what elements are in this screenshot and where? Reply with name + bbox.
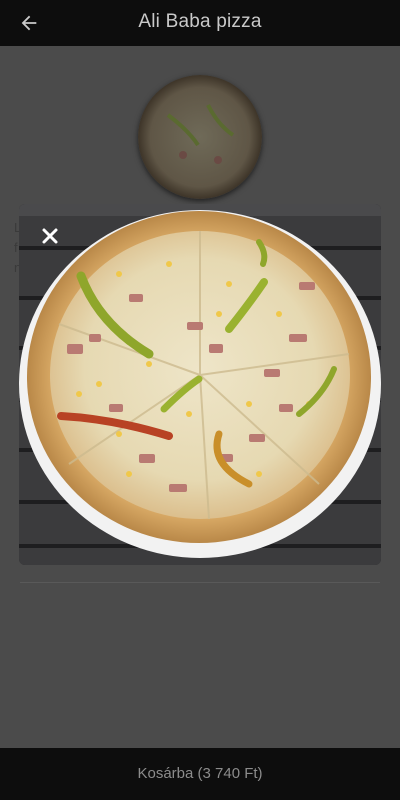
app-header: Ali Baba pizza xyxy=(0,0,400,46)
page-title: Ali Baba pizza xyxy=(138,11,262,32)
add-to-cart-button[interactable]: Kosárba (3 740 Ft) xyxy=(0,765,400,782)
close-icon[interactable] xyxy=(40,226,60,246)
footer-bar: Kosárba (3 740 Ft) xyxy=(0,748,400,800)
product-thumbnail xyxy=(138,75,262,199)
image-modal xyxy=(19,204,381,565)
pizza-image xyxy=(19,204,381,565)
divider xyxy=(20,582,380,583)
